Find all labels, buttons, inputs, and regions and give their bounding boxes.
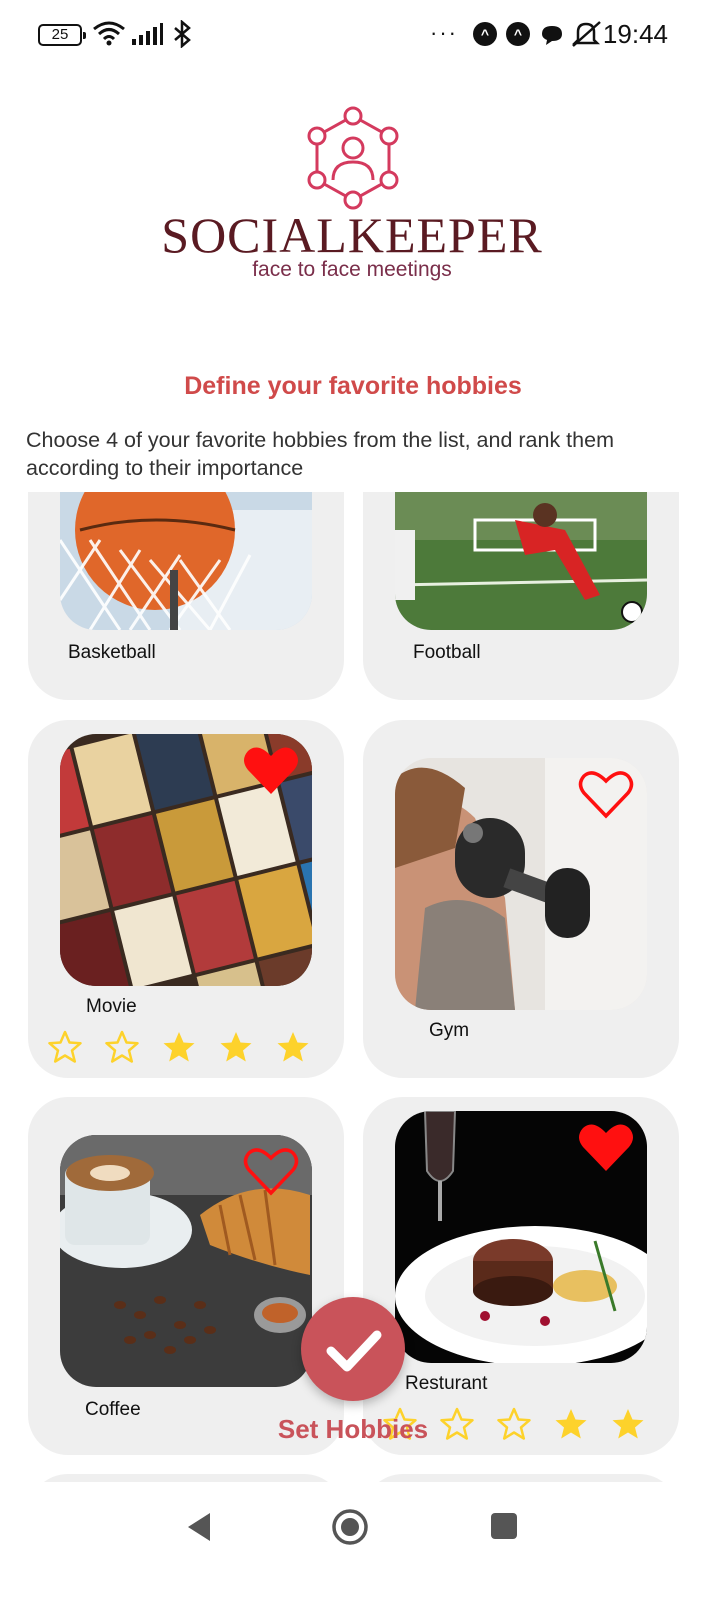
instructions-text: Choose 4 of your favorite hobbies from t… bbox=[26, 428, 614, 480]
home-icon[interactable] bbox=[331, 1508, 369, 1546]
hobby-label: Gym bbox=[429, 1020, 470, 1041]
recents-icon[interactable] bbox=[489, 1511, 519, 1541]
signal-icon bbox=[132, 23, 163, 45]
star-filled-icon[interactable] bbox=[162, 1030, 196, 1064]
checkmark-icon bbox=[326, 1330, 382, 1372]
hobby-label: Basketball bbox=[68, 642, 156, 663]
hobby-label: Resturant bbox=[405, 1373, 488, 1394]
hobby-card-basketball[interactable]: Basketball bbox=[28, 492, 344, 700]
rating-stars[interactable] bbox=[48, 1030, 310, 1064]
favorite-heart-icon[interactable] bbox=[242, 744, 300, 796]
hobby-label: Movie bbox=[86, 996, 137, 1017]
star-empty-icon[interactable] bbox=[105, 1030, 139, 1064]
mute-icon bbox=[571, 21, 601, 47]
status-time: 19:44 bbox=[602, 19, 668, 49]
system-navigation-bar bbox=[0, 1482, 720, 1600]
chat-icon bbox=[542, 26, 562, 45]
brand-tagline: face to face meetings bbox=[252, 258, 452, 281]
star-empty-icon[interactable] bbox=[48, 1030, 82, 1064]
set-hobbies-label[interactable]: Set Hobbies bbox=[0, 1414, 706, 1445]
hobby-card-next-right[interactable] bbox=[363, 1474, 679, 1482]
hobby-card-movie[interactable]: Movie bbox=[28, 720, 344, 1078]
socialkeeper-logo-icon bbox=[307, 106, 399, 210]
back-icon[interactable] bbox=[184, 1510, 216, 1544]
hobby-card-resturant[interactable]: Resturant bbox=[363, 1097, 679, 1455]
app-notification-icon: ^ bbox=[473, 22, 497, 46]
hobby-label: Football bbox=[413, 642, 481, 663]
football-image bbox=[395, 492, 647, 630]
wifi-icon bbox=[93, 21, 125, 46]
hobby-card-coffee[interactable]: Coffee bbox=[28, 1097, 344, 1455]
star-filled-icon[interactable] bbox=[276, 1030, 310, 1064]
status-bar: 25 ··· ^ ^ 19:44 bbox=[0, 0, 720, 70]
hobby-card-gym[interactable]: Gym bbox=[363, 720, 679, 1078]
set-hobbies-button[interactable] bbox=[301, 1297, 405, 1401]
page-title: Define your favorite hobbies bbox=[184, 372, 522, 400]
brand-name: SOCIALKEEPER bbox=[161, 207, 543, 263]
favorite-heart-outline-icon[interactable] bbox=[577, 768, 635, 820]
hobby-card-next-left[interactable] bbox=[28, 1474, 344, 1482]
bluetooth-icon bbox=[174, 20, 191, 48]
hobby-card-football[interactable]: Football bbox=[363, 492, 679, 700]
star-filled-icon[interactable] bbox=[219, 1030, 253, 1064]
favorite-heart-icon[interactable] bbox=[577, 1121, 635, 1173]
battery-icon: 25 bbox=[38, 24, 86, 46]
app-notification-icon-2: ^ bbox=[506, 22, 530, 46]
basketball-image bbox=[60, 492, 312, 630]
more-notifications-icon: ··· bbox=[430, 20, 458, 45]
favorite-heart-outline-icon[interactable] bbox=[242, 1145, 300, 1197]
